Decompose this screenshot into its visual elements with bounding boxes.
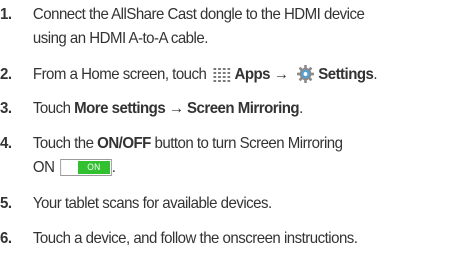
step-number: 1.	[0, 6, 12, 23]
arrow-separator: →	[270, 66, 292, 83]
step-text-suffix: .	[373, 66, 378, 83]
step-text: Touch More settings → Screen Mirroring.	[33, 98, 303, 120]
settings-label: Settings	[318, 66, 374, 83]
step-text: ON ON.	[33, 157, 116, 179]
on-off-toggle: ON	[60, 159, 112, 176]
step-text-line: using an HDMI A-to-A cable.	[32, 30, 208, 47]
step-text-line-suffix: button to turn Screen Mirroring	[150, 135, 343, 152]
step-number: 5.	[0, 195, 12, 212]
apps-grid-icon	[213, 68, 231, 82]
step-text-prefix: From a Home screen, touch	[32, 66, 211, 83]
step-number: 2.	[0, 66, 12, 83]
on-state-label: ON	[32, 159, 55, 176]
step-text: Your tablet scans for available devices.	[32, 195, 272, 212]
step-text: Connect the AllShare Cast dongle to the …	[32, 4, 365, 26]
apps-label: Apps	[234, 66, 271, 83]
instruction-steps: 1. Connect the AllShare Cast dongle to t…	[0, 0, 476, 273]
step-number: 3.	[0, 100, 12, 117]
step-text-suffix: .	[299, 100, 303, 117]
step-number: 6.	[0, 230, 12, 247]
step-text: Touch a device, and follow the onscreen …	[32, 230, 358, 247]
step-text-suffix: .	[111, 159, 116, 176]
step-text-line: Connect the AllShare Cast dongle to the …	[32, 6, 365, 23]
step-text-prefix: Touch	[32, 100, 75, 117]
toggle-on-label: ON	[77, 161, 110, 174]
step-number: 4.	[0, 135, 12, 152]
on-off-label: ON/OFF	[97, 135, 151, 152]
step-text: using an HDMI A-to-A cable.	[33, 28, 208, 50]
menu-path: More settings → Screen Mirroring	[74, 100, 300, 117]
settings-gear-icon	[296, 65, 314, 83]
step-text-prefix: Touch the	[32, 135, 98, 152]
step-text: Touch the ON/OFF button to turn Screen M…	[33, 133, 343, 155]
step-text: From a Home screen, touch Apps → Setting…	[32, 64, 378, 86]
